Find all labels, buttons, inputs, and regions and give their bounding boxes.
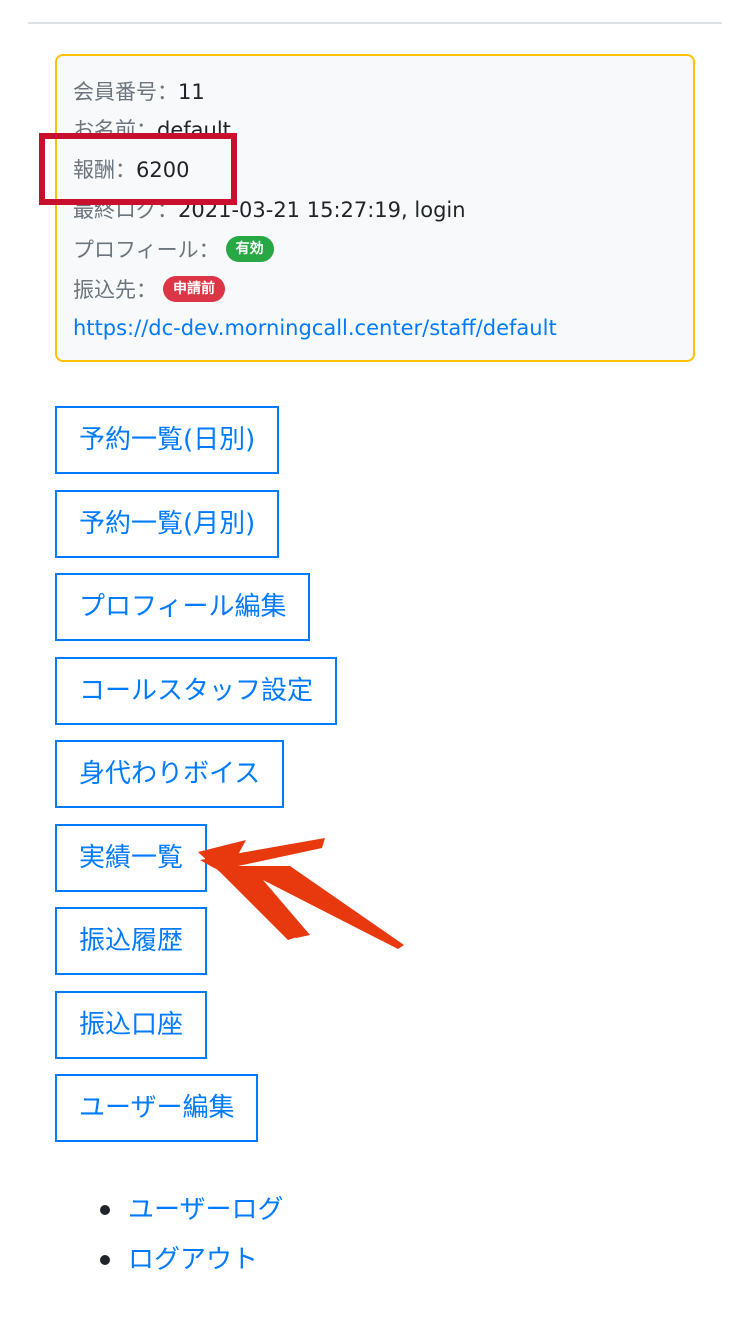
performance-list-button[interactable]: 実績一覧 bbox=[55, 824, 208, 892]
staff-page-link[interactable]: https://dc-dev.morningcall.center/staff/… bbox=[73, 316, 557, 340]
reservations-daily-button[interactable]: 予約一覧(日別) bbox=[55, 406, 280, 474]
footer-links-list: ユーザーログ ログアウト bbox=[100, 1185, 283, 1285]
transfer-history-button[interactable]: 振込履歴 bbox=[55, 907, 208, 975]
member-info-card: 会員番号：11 お名前：default 報酬：6200 最終ログ：2021-03… bbox=[55, 54, 695, 362]
list-item: ユーザーログ bbox=[100, 1185, 283, 1235]
user-edit-button[interactable]: ユーザー編集 bbox=[55, 1074, 259, 1142]
logout-link[interactable]: ログアウト bbox=[128, 1245, 258, 1275]
top-divider bbox=[28, 22, 722, 24]
transfer-account-button[interactable]: 振込口座 bbox=[55, 991, 208, 1059]
profile-status-row: プロフィール： 有効 bbox=[73, 232, 274, 268]
call-staff-settings-button[interactable]: コールスタッフ設定 bbox=[55, 657, 338, 725]
member-number-value: 11 bbox=[178, 80, 205, 104]
transfer-status-badge: 申請前 bbox=[163, 276, 225, 302]
substitute-voice-button[interactable]: 身代わりボイス bbox=[55, 740, 285, 808]
member-number-row: 会員番号：11 bbox=[73, 74, 205, 110]
profile-status-label: プロフィール： bbox=[73, 238, 220, 262]
reward-highlight-annotation bbox=[39, 133, 237, 205]
bullet-icon bbox=[100, 1205, 110, 1215]
list-item: ログアウト bbox=[100, 1235, 283, 1285]
transfer-status-label: 振込先： bbox=[73, 278, 157, 302]
reservations-monthly-button[interactable]: 予約一覧(月別) bbox=[55, 490, 280, 558]
bullet-icon bbox=[100, 1255, 110, 1265]
staff-url-row: https://dc-dev.morningcall.center/staff/… bbox=[73, 310, 557, 346]
user-log-link[interactable]: ユーザーログ bbox=[128, 1195, 283, 1225]
member-number-label: 会員番号： bbox=[73, 80, 178, 104]
profile-status-badge: 有効 bbox=[225, 236, 274, 262]
transfer-status-row: 振込先： 申請前 bbox=[73, 272, 225, 308]
profile-edit-button[interactable]: プロフィール編集 bbox=[55, 573, 311, 641]
